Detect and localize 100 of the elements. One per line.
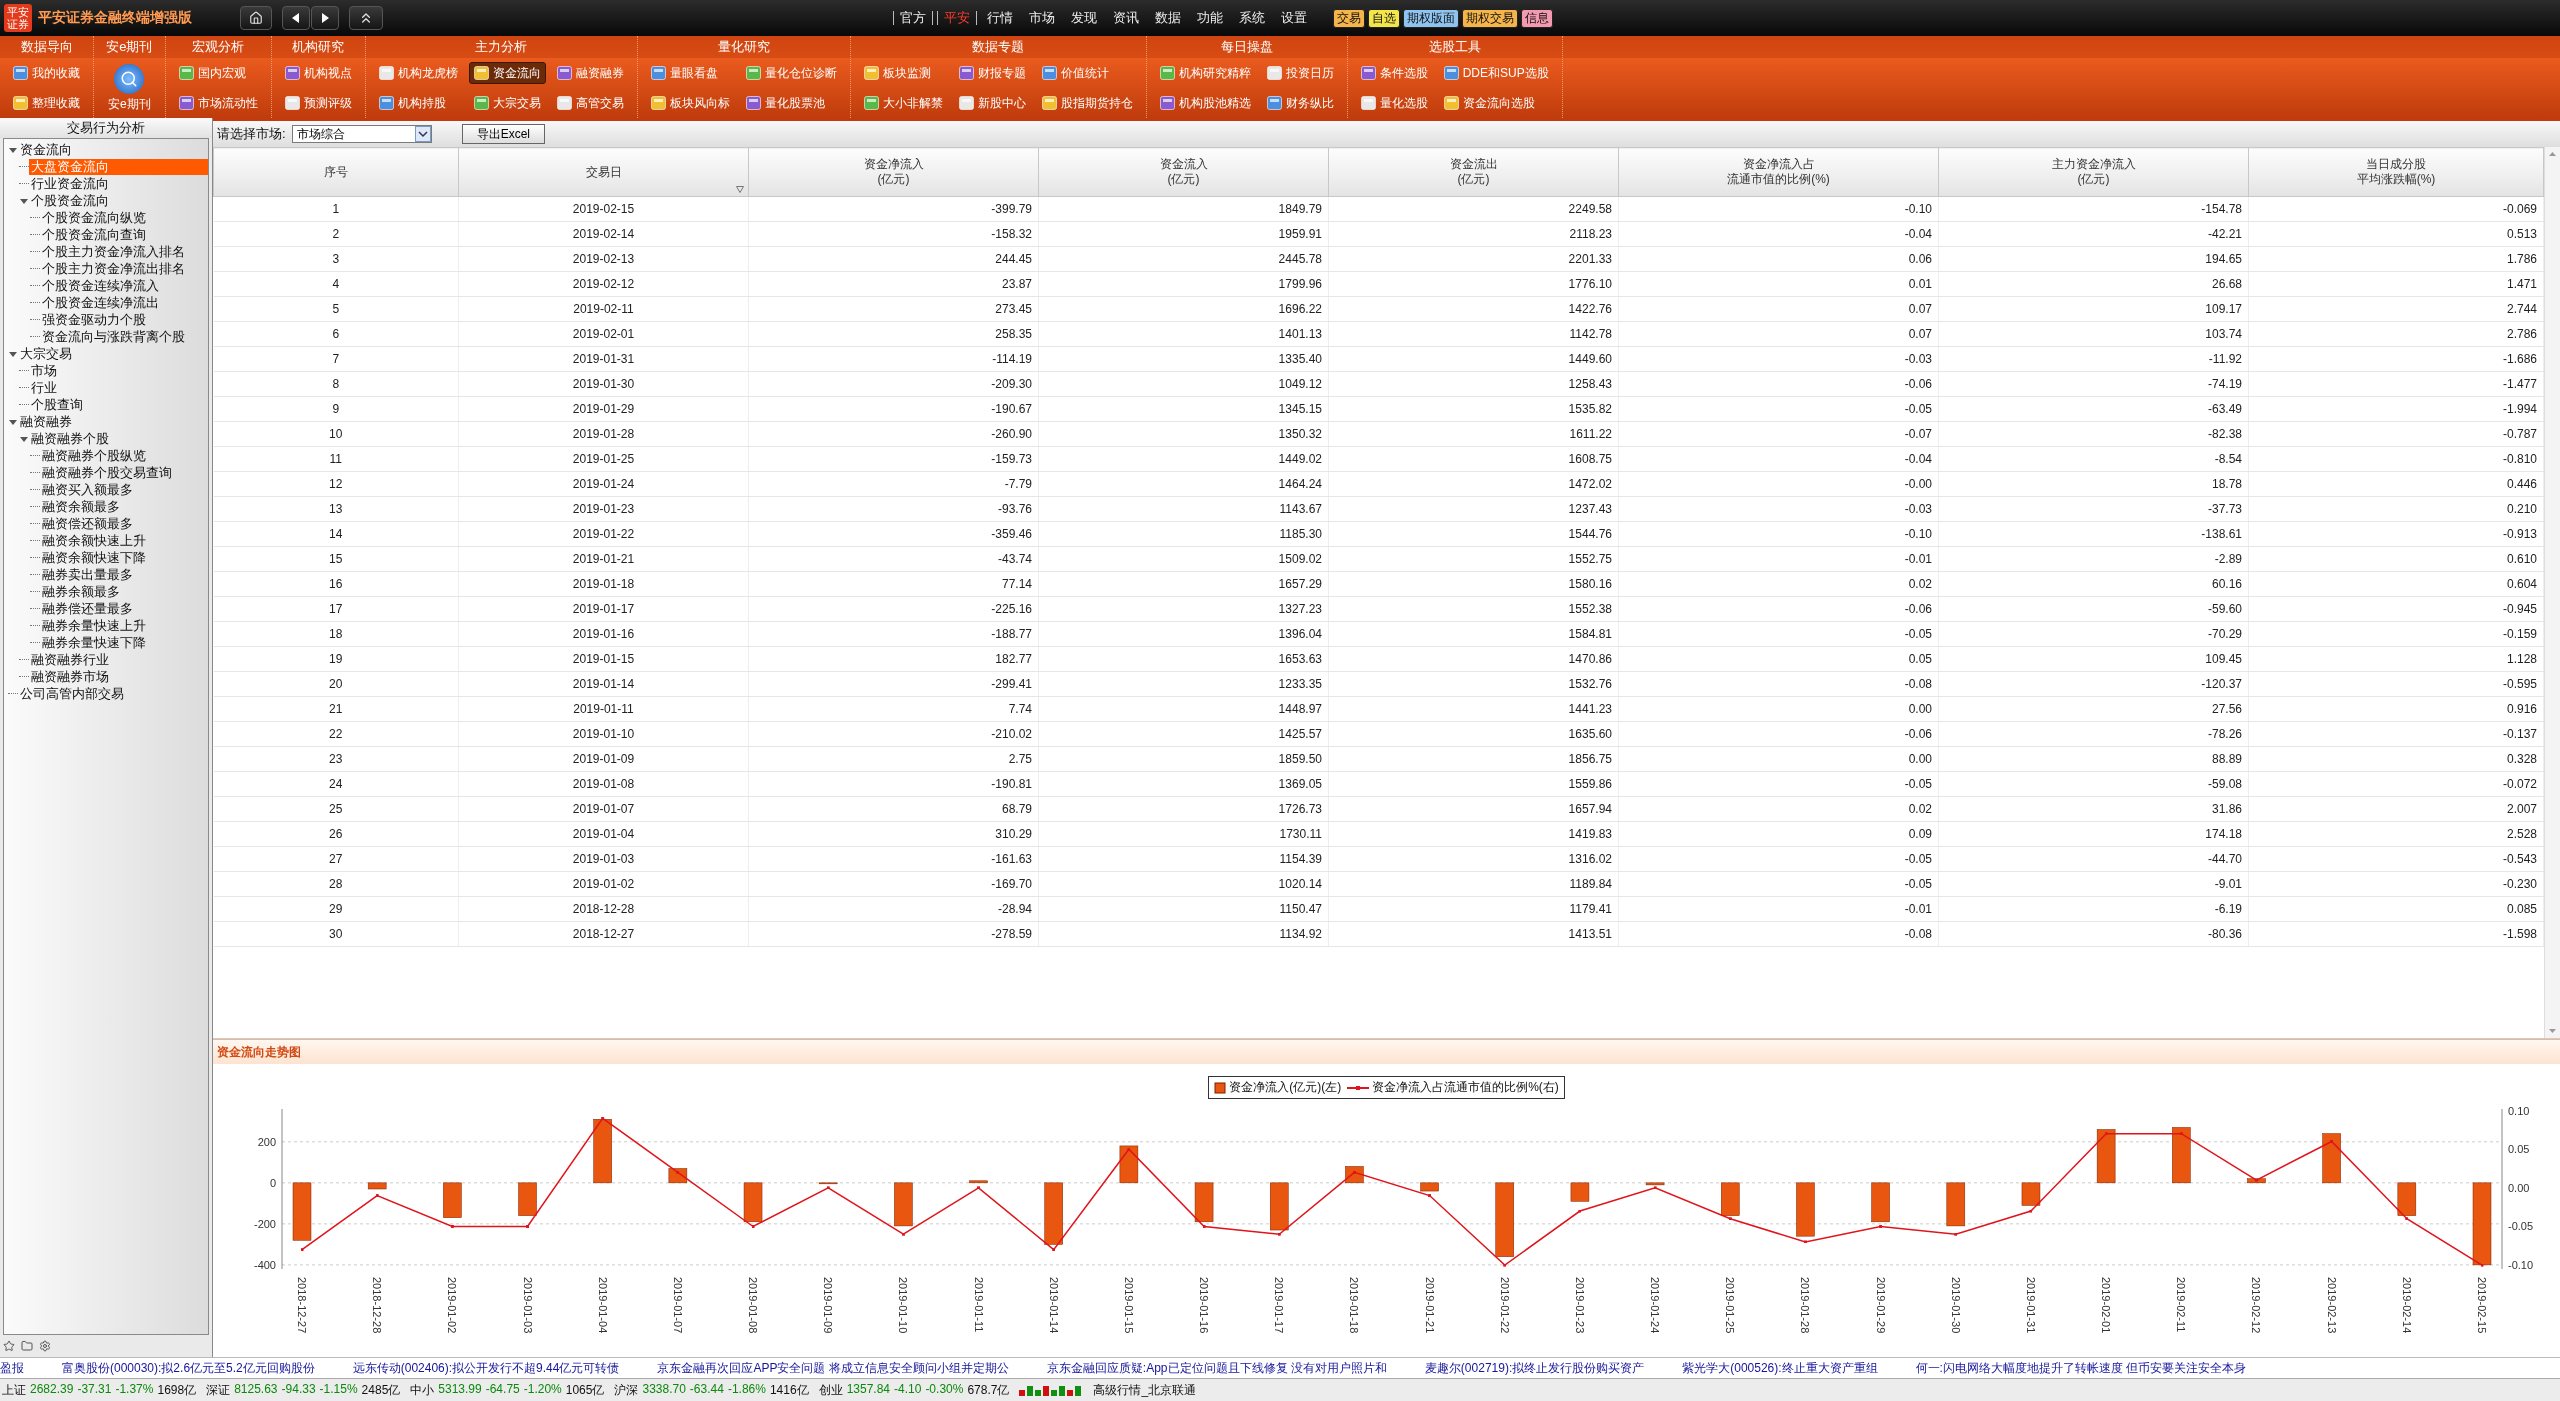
ribbon-item[interactable]: 机构持股 [373, 92, 463, 114]
quick-button[interactable]: 期权交易 [1462, 8, 1518, 28]
tree-item[interactable]: 融资余额快速下降 [40, 549, 148, 566]
tree-item[interactable]: 融券余量快速下降 [40, 634, 148, 651]
ribbon-item[interactable]: 大小非解禁 [858, 92, 948, 114]
ribbon-item[interactable]: 市场流动性 [173, 92, 263, 114]
tree-item[interactable]: 强资金驱动力个股 [40, 311, 148, 328]
tree-item[interactable]: 个股资金流向查询 [40, 226, 148, 243]
ribbon-item[interactable]: 资金流向 [468, 62, 546, 84]
ribbon-item[interactable]: 板块风向标 [645, 92, 735, 114]
index-percent: -1.20% [523, 1381, 562, 1398]
news-headline[interactable]: 麦趣尔(002719):拟终止发行股份购买资产 [1424, 1359, 1645, 1377]
ribbon-item[interactable]: 股指期货持仓 [1036, 92, 1138, 114]
tree-item[interactable]: 融券余量快速上升 [40, 617, 148, 634]
menu-item[interactable]: 平安 [937, 11, 977, 25]
table-cell: 77.14 [748, 571, 1039, 597]
tree-item[interactable]: 行业 [29, 379, 59, 396]
ribbon-item[interactable]: 资金流向选股 [1438, 92, 1554, 114]
market-select[interactable]: 市场综合 [291, 125, 432, 143]
tree-item[interactable]: 融资融券个股交易查询 [40, 464, 174, 481]
tree-item[interactable]: 个股主力资金净流出排名 [40, 260, 187, 277]
tree-item[interactable]: 个股资金流向 [29, 192, 111, 209]
ribbon-item[interactable]: 板块监测 [858, 62, 948, 84]
ribbon-item[interactable]: 财务纵比 [1261, 92, 1339, 114]
ribbon-item[interactable]: 投资日历 [1261, 62, 1339, 84]
quick-button[interactable]: 信息 [1521, 8, 1553, 28]
table-cell: -0.04 [1618, 446, 1939, 472]
menu-item[interactable]: 官方 [893, 11, 933, 25]
ribbon-item[interactable]: 财报专题 [953, 62, 1031, 84]
ribbon-item[interactable]: 安e期刊 [102, 63, 157, 113]
menu-item[interactable]: 设置 [1275, 11, 1313, 25]
tree-item[interactable]: 个股查询 [29, 396, 85, 413]
tree-item[interactable]: 个股资金连续净流出 [40, 294, 161, 311]
ribbon-item[interactable]: 预测评级 [279, 92, 357, 114]
tree-item[interactable]: 融资融券行业 [29, 651, 111, 668]
ribbon-item[interactable]: 量化仓位诊断 [740, 62, 842, 84]
export-button[interactable]: 导出Excel [461, 124, 545, 144]
table-cell: 26.68 [1938, 271, 2249, 297]
menu-item[interactable]: 行情 [981, 11, 1019, 25]
axis-label: 0.00 [2507, 1181, 2529, 1194]
table-cell: 1470.86 [1328, 646, 1619, 672]
tree-item[interactable]: 融资买入额最多 [40, 481, 135, 498]
tree-item[interactable]: 资金流向 [18, 141, 74, 158]
ribbon-item[interactable]: 量化选股 [1355, 92, 1433, 114]
ribbon-item[interactable]: 机构股池精选 [1154, 92, 1256, 114]
quick-button[interactable]: 交易 [1333, 8, 1365, 28]
news-headline[interactable]: 紫光学大(000526):终止重大资产重组 [1682, 1359, 1878, 1377]
ribbon-item[interactable]: 高管交易 [551, 92, 629, 114]
table-cell: -0.945 [2248, 596, 2544, 622]
quick-button[interactable]: 期权版面 [1403, 8, 1459, 28]
tree-item[interactable]: 融券偿还量最多 [40, 600, 135, 617]
axis-label: 2019-01-07 [671, 1277, 684, 1334]
ribbon-item[interactable]: 机构研究精粹 [1154, 62, 1256, 84]
index-percent: -1.37% [115, 1381, 154, 1398]
ribbon-item[interactable]: 机构龙虎榜 [373, 62, 463, 84]
table-cell: -59.08 [1938, 771, 2249, 797]
ribbon-item[interactable]: DDE和SUP选股 [1438, 62, 1554, 84]
ribbon-item[interactable]: 整理收藏 [8, 92, 85, 114]
table-cell: -0.05 [1618, 771, 1939, 797]
news-headline[interactable]: 京东金融再次回应APP安全问题 将成立信息安全顾问小组并定期公 [657, 1359, 1009, 1377]
tree-item[interactable]: 融资余额最多 [40, 498, 122, 515]
ribbon-item[interactable]: 条件选股 [1355, 62, 1433, 84]
ribbon-item[interactable]: 价值统计 [1036, 62, 1138, 84]
tree-item[interactable]: 个股主力资金净流入排名 [40, 243, 187, 260]
ribbon-item[interactable]: 我的收藏 [8, 62, 85, 84]
tree-item[interactable]: 融资融券 [18, 413, 74, 430]
news-headline[interactable]: 远东传动(002406):拟公开发行不超9.44亿元可转债 [352, 1359, 620, 1377]
news-headline[interactable]: 何一:闪电网络大幅度地提升了转帐速度 但币安要关注安全本身 [1915, 1359, 2247, 1377]
news-headline[interactable]: 富奥股份(000030):拟2.6亿元至5.2亿元回购股份 [62, 1359, 315, 1377]
menu-item[interactable]: 市场 [1023, 11, 1061, 25]
ribbon-item[interactable]: 机构视点 [279, 62, 357, 84]
tree-item[interactable]: 行业资金流向 [29, 175, 111, 192]
news-headline[interactable]: 盈报 [0, 1359, 24, 1377]
menu-item[interactable]: 发现 [1065, 11, 1103, 25]
tree-item[interactable]: 融资融券市场 [29, 668, 111, 685]
menu-item[interactable]: 功能 [1191, 11, 1229, 25]
index-value: 2682.39 [30, 1381, 74, 1398]
tree-item[interactable]: 融资融券个股 [29, 430, 111, 447]
menu-item[interactable]: 数据 [1149, 11, 1187, 25]
news-headline[interactable]: 京东金融回应质疑:App已定位问题且下线修复 没有对用户照片和 [1046, 1359, 1387, 1377]
ribbon-item[interactable]: 国内宏观 [173, 62, 263, 84]
ribbon-item[interactable]: 融资融券 [551, 62, 629, 84]
tree-item[interactable]: 资金流向与涨跌背离个股 [40, 328, 187, 345]
tree-item[interactable]: 融资偿还额最多 [40, 515, 135, 532]
tree-item[interactable]: 公司高管内部交易 [18, 685, 126, 702]
menu-item[interactable]: 系统 [1233, 11, 1271, 25]
tree-item[interactable]: 融券余额最多 [40, 583, 122, 600]
tree-item[interactable]: 融资余额快速上升 [40, 532, 148, 549]
menu-item[interactable]: 资讯 [1107, 11, 1145, 25]
ribbon-item[interactable]: 新股中心 [953, 92, 1031, 114]
ribbon-item[interactable]: 量化股票池 [740, 92, 842, 114]
tree-item[interactable]: 个股资金流向纵览 [40, 209, 148, 226]
ribbon-item[interactable]: 大宗交易 [468, 92, 546, 114]
tree-item[interactable]: 个股资金连续净流入 [40, 277, 161, 294]
tree-item[interactable]: 融资融券个股纵览 [40, 447, 148, 464]
quick-button[interactable]: 自选 [1368, 8, 1400, 28]
tree-item[interactable]: 融券卖出量最多 [40, 566, 135, 583]
tree-item[interactable]: 市场 [29, 362, 59, 379]
tree-item[interactable]: 大宗交易 [18, 345, 74, 362]
ribbon-item[interactable]: 量眼看盘 [645, 62, 735, 84]
